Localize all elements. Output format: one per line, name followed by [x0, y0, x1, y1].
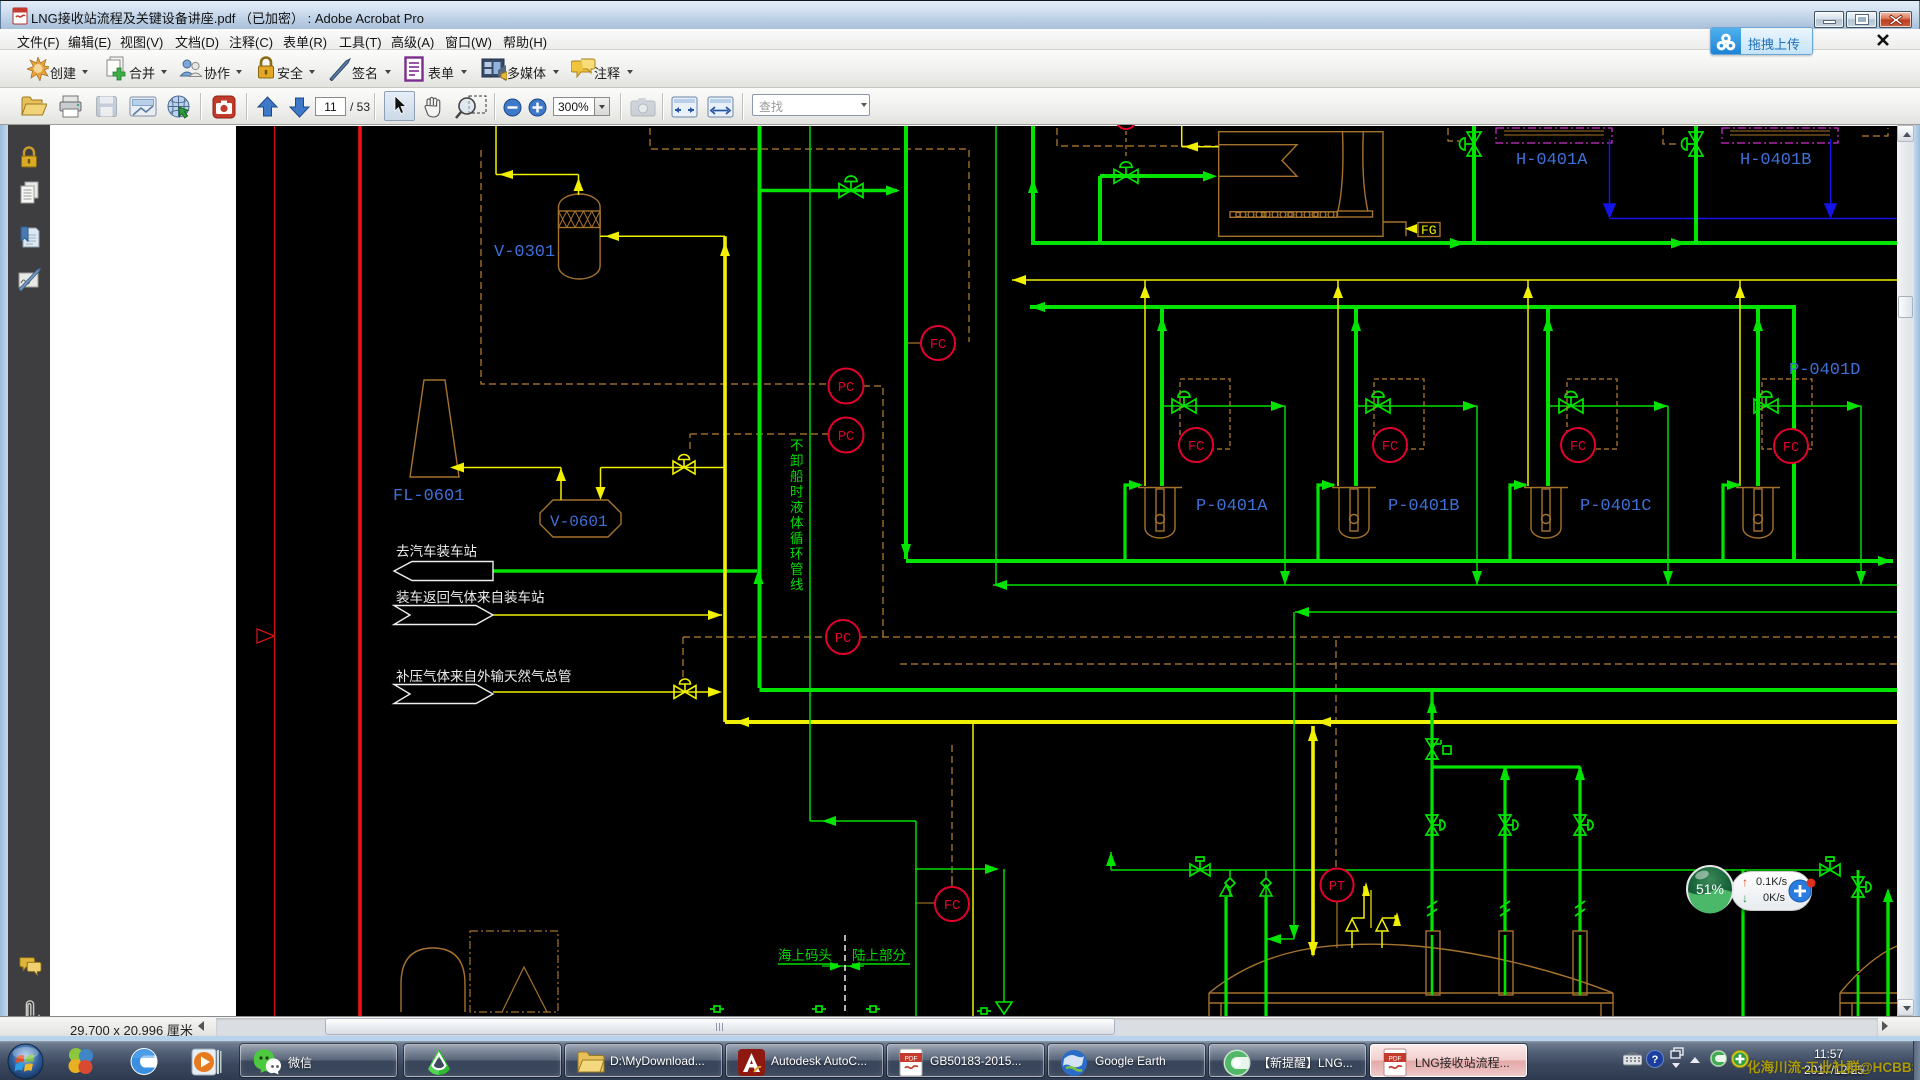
svg-text:FC: FC — [1188, 440, 1204, 455]
svg-text:不卸船时液体循环管线: 不卸船时液体循环管线 — [790, 438, 804, 593]
svg-text:陆上部分: 陆上部分 — [852, 948, 906, 963]
svg-text:装车返回气体来自装车站: 装车返回气体来自装车站 — [396, 589, 545, 605]
svg-text:FC: FC — [944, 899, 960, 914]
svg-text:H-0401B: H-0401B — [1740, 151, 1811, 170]
svg-text:V-0601: V-0601 — [550, 513, 608, 531]
svg-text:FC: FC — [930, 338, 946, 353]
svg-text:PC: PC — [838, 381, 854, 396]
svg-text:V-0301: V-0301 — [494, 243, 555, 262]
svg-text:51%: 51% — [1696, 881, 1724, 897]
svg-text:海上码头: 海上码头 — [778, 948, 832, 963]
svg-text:FC: FC — [1570, 440, 1586, 455]
svg-text:P-0401C: P-0401C — [1580, 497, 1651, 516]
svg-text:FC: FC — [1783, 441, 1799, 456]
svg-text:P-0401D: P-0401D — [1789, 361, 1860, 380]
svg-text:FG: FG — [1421, 223, 1437, 238]
svg-text:PDF: PDF — [905, 1055, 918, 1062]
svg-text:?: ? — [1652, 1054, 1659, 1066]
svg-text:PC: PC — [838, 430, 854, 445]
svg-text:FL-0601: FL-0601 — [393, 487, 464, 506]
svg-text:FC: FC — [1382, 440, 1398, 455]
svg-text:P-0401B: P-0401B — [1388, 497, 1459, 516]
svg-text:PDF: PDF — [1389, 1055, 1402, 1062]
svg-text:去汽车装车站: 去汽车装车站 — [396, 543, 477, 559]
svg-text:PT: PT — [1329, 880, 1345, 895]
svg-text:H-0401A: H-0401A — [1516, 151, 1588, 170]
svg-text:PC: PC — [835, 632, 851, 647]
svg-text:P-0401A: P-0401A — [1196, 497, 1268, 516]
svg-text:补压气体来自外输天然气总管: 补压气体来自外输天然气总管 — [396, 668, 572, 684]
